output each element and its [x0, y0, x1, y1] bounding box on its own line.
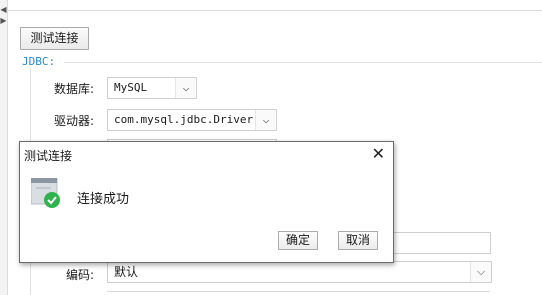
- encoding-select-value: 默认: [114, 265, 139, 279]
- encoding-select[interactable]: 默认 ⌵: [107, 261, 492, 283]
- chevron-right-icon[interactable]: ▶: [0, 17, 7, 25]
- partial-input-field[interactable]: [392, 232, 491, 254]
- top-divider: [8, 10, 542, 11]
- jdbc-group-legend: JDBC:: [22, 55, 56, 68]
- jdbc-group-border: [64, 62, 542, 63]
- dialog-titlebar[interactable]: 测试连接 ✕: [20, 142, 393, 167]
- database-select-value: MySQL: [114, 81, 148, 94]
- database-select[interactable]: MySQL ⌵: [107, 77, 197, 99]
- dialog-message: 连接成功: [77, 192, 130, 207]
- chevron-down-icon[interactable]: ⌵: [255, 110, 276, 130]
- test-connection-button[interactable]: 测试连接: [20, 27, 89, 50]
- encoding-label: 编码:: [65, 268, 94, 282]
- driver-select-value: com.mysql.jdbc.Driver: [114, 113, 254, 126]
- chevron-down-icon[interactable]: ⌵: [175, 78, 196, 98]
- driver-label: 驱动器:: [53, 114, 94, 128]
- database-label: 数据库:: [53, 82, 94, 96]
- dialog-title: 测试连接: [24, 149, 73, 163]
- cancel-button[interactable]: 取消: [338, 231, 378, 250]
- close-icon[interactable]: ✕: [372, 144, 385, 164]
- chevron-left-icon[interactable]: ◀: [0, 6, 7, 14]
- test-connection-dialog: 测试连接 ✕ 连接成功 确定 取消: [19, 141, 394, 263]
- bottom-divider: [107, 291, 490, 292]
- left-collapse-strip[interactable]: ◀ ▶: [0, 0, 8, 295]
- chevron-down-icon[interactable]: ⌵: [470, 262, 491, 282]
- driver-select[interactable]: com.mysql.jdbc.Driver ⌵: [107, 109, 277, 131]
- ok-button[interactable]: 确定: [278, 231, 318, 250]
- success-check-icon: [30, 177, 61, 208]
